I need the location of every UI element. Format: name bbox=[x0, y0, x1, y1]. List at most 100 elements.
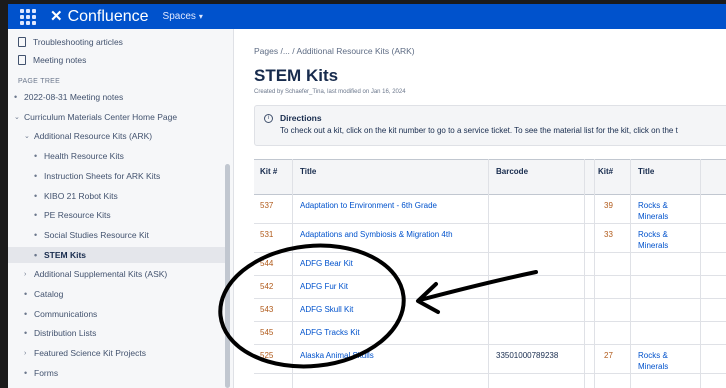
table-row: 531 Adaptations and Symbiosis & Migration… bbox=[254, 224, 726, 253]
bullet-icon: • bbox=[24, 328, 28, 339]
page-tree-item[interactable]: • Instruction Sheets for ARK Kits bbox=[8, 168, 230, 184]
page-tree-item-label: Communications bbox=[34, 308, 98, 319]
header-barcode: Barcode bbox=[496, 167, 529, 176]
page-tree-item-label: Additional Supplemental Kits (ASK) bbox=[34, 269, 168, 280]
column-divider bbox=[488, 159, 489, 388]
page-tree-item-label: Additional Resource Kits (ARK) bbox=[34, 131, 153, 142]
page-tree-item[interactable]: › Featured Science Kit Projects bbox=[8, 345, 230, 361]
header-kit: Kit # bbox=[260, 167, 278, 176]
header-title2: Title bbox=[638, 167, 655, 176]
sidebar-scrollbar[interactable] bbox=[225, 164, 230, 388]
spaces-label: Spaces bbox=[162, 11, 196, 22]
page-tree-item[interactable]: • STEM Kits bbox=[8, 246, 230, 263]
page-tree-item[interactable]: • Communications bbox=[8, 306, 230, 322]
info-icon: i bbox=[264, 114, 273, 123]
panel-text: To check out a kit, click on the kit num… bbox=[280, 126, 678, 135]
kit-title-link[interactable]: ADFG Bear Kit bbox=[300, 258, 480, 269]
kit-title-link[interactable]: ADFG Fur Kit bbox=[300, 281, 480, 292]
table-row: 537 Adaptation to Environment - 6th Grade… bbox=[254, 195, 726, 224]
bullet-icon: • bbox=[24, 289, 28, 299]
page-tree-item[interactable]: ⌄ Curriculum Materials Center Home Page bbox=[8, 109, 230, 125]
column-divider bbox=[594, 159, 595, 388]
page-tree-item[interactable]: • Distribution Lists bbox=[8, 325, 230, 341]
table-header: Kit # Title Barcode Kit# Title bbox=[254, 159, 726, 195]
page-tree-item-label: STEM Kits bbox=[44, 249, 87, 260]
sidebar-link-label: Troubleshooting articles bbox=[33, 37, 123, 47]
top-navigation-bar: ✕ Confluence Spaces ▾ bbox=[8, 4, 726, 29]
kit-number-link[interactable]: 543 bbox=[260, 304, 273, 315]
page-tree-item-label: Instruction Sheets for ARK Kits bbox=[44, 170, 161, 181]
main-content: Pages /... / Additional Resource Kits (A… bbox=[234, 29, 726, 388]
kit-title-link[interactable]: Adaptation to Environment - 6th Grade bbox=[300, 200, 480, 211]
bullet-icon: • bbox=[14, 92, 18, 102]
page-tree-item-label: Curriculum Materials Center Home Page bbox=[24, 111, 178, 122]
page-tree-item[interactable]: • Forms bbox=[8, 365, 230, 381]
screenshot-frame: ✕ Confluence Spaces ▾ Troubleshooting ar… bbox=[8, 4, 726, 388]
kit-title-link[interactable]: Rocks & Minerals bbox=[638, 229, 688, 251]
kit-number-link[interactable]: 542 bbox=[260, 281, 273, 292]
chevron-right-icon[interactable]: › bbox=[24, 350, 34, 357]
kit-number-link[interactable]: 545 bbox=[260, 327, 273, 338]
page-tree-item[interactable]: • 2022-08-31 Meeting notes bbox=[8, 89, 230, 105]
document-icon bbox=[18, 55, 26, 65]
page-tree-item[interactable]: › Additional Supplemental Kits (ASK) bbox=[8, 266, 230, 282]
bullet-icon: • bbox=[34, 151, 38, 162]
page-tree-item[interactable]: • Health Resource Kits bbox=[8, 148, 230, 164]
page-tree-item-label: Distribution Lists bbox=[34, 328, 97, 339]
kit-number-link[interactable]: 33 bbox=[604, 229, 613, 240]
kit-title-link[interactable]: Rocks & Minerals bbox=[638, 350, 688, 372]
kit-number-link[interactable]: 531 bbox=[260, 229, 273, 240]
page-tree-item[interactable]: • PE Resource Kits bbox=[8, 207, 230, 223]
table-row: 525 Alaska Animal Skulls 33501000789238 27 R… bbox=[254, 345, 726, 374]
kit-title-link[interactable]: Alaska Animal Skulls bbox=[300, 350, 480, 361]
bullet-icon: • bbox=[24, 308, 28, 319]
kit-title-link[interactable]: ADFG Skull Kit bbox=[300, 304, 480, 315]
page-tree-item-label: Catalog bbox=[34, 289, 64, 299]
app-title[interactable]: Confluence bbox=[68, 8, 149, 26]
confluence-logo-icon[interactable]: ✕ bbox=[50, 9, 63, 24]
chevron-down-icon: ▾ bbox=[198, 12, 203, 21]
column-divider bbox=[700, 159, 701, 388]
table-row: 542 ADFG Fur Kit bbox=[254, 276, 726, 299]
kit-number-link[interactable]: 39 bbox=[604, 200, 613, 211]
page-tree-item-label: Featured Science Kit Projects bbox=[34, 348, 146, 359]
page-title: STEM Kits bbox=[254, 66, 339, 85]
page-tree-item-label: KIBO 21 Robot Kits bbox=[44, 190, 118, 201]
kit-number-link[interactable]: 544 bbox=[260, 258, 273, 269]
column-divider bbox=[630, 159, 631, 388]
page-tree-heading: PAGE TREE bbox=[18, 77, 61, 85]
page-tree-item[interactable]: ⌄ Additional Resource Kits (ARK) bbox=[8, 128, 230, 144]
kit-number-link[interactable]: 525 bbox=[260, 350, 273, 361]
bullet-icon: • bbox=[34, 170, 38, 181]
chevron-down-icon[interactable]: ⌄ bbox=[24, 132, 34, 140]
sidebar: Troubleshooting articles Meeting notes P… bbox=[8, 29, 234, 388]
bullet-icon: • bbox=[34, 210, 38, 221]
bullet-icon: • bbox=[34, 229, 38, 240]
kit-title-link[interactable]: Adaptations and Symbiosis & Migration 4t… bbox=[300, 229, 480, 240]
chevron-down-icon[interactable]: ⌄ bbox=[14, 113, 24, 121]
page-tree-item-label: 2022-08-31 Meeting notes bbox=[24, 92, 124, 102]
kit-title-link[interactable]: ADFG Tracks Kit bbox=[300, 327, 480, 338]
column-divider bbox=[584, 159, 585, 388]
page-byline: Created by Schaefer_Tina, last modified … bbox=[254, 89, 406, 95]
kit-number-link[interactable]: 27 bbox=[604, 350, 613, 361]
directions-panel: i Directions To check out a kit, click o… bbox=[254, 105, 726, 146]
sidebar-link-troubleshooting[interactable]: Troubleshooting articles bbox=[8, 34, 230, 50]
spaces-menu[interactable]: Spaces ▾ bbox=[163, 11, 203, 22]
kit-barcode: 33501000789238 bbox=[496, 351, 559, 360]
app-grid-icon[interactable] bbox=[20, 8, 36, 25]
bullet-icon: • bbox=[24, 367, 28, 378]
kit-number-link[interactable]: 537 bbox=[260, 200, 273, 211]
chevron-right-icon[interactable]: › bbox=[24, 271, 34, 278]
page-tree-item-label: Social Studies Resource Kit bbox=[44, 229, 149, 240]
page-tree-item[interactable]: • KIBO 21 Robot Kits bbox=[8, 188, 230, 204]
page-tree-item[interactable]: • Catalog bbox=[8, 286, 230, 302]
bullet-icon: • bbox=[34, 249, 38, 260]
breadcrumb[interactable]: Pages /... / Additional Resource Kits (A… bbox=[254, 46, 415, 56]
bullet-icon: • bbox=[34, 190, 38, 201]
page-tree-item[interactable]: • Social Studies Resource Kit bbox=[8, 227, 230, 243]
kit-title-link[interactable]: Rocks & Minerals bbox=[638, 200, 688, 222]
page-tree-item-label: Health Resource Kits bbox=[44, 151, 124, 162]
sidebar-link-meeting-notes[interactable]: Meeting notes bbox=[8, 52, 230, 68]
table-row: 543 ADFG Skull Kit bbox=[254, 299, 726, 322]
